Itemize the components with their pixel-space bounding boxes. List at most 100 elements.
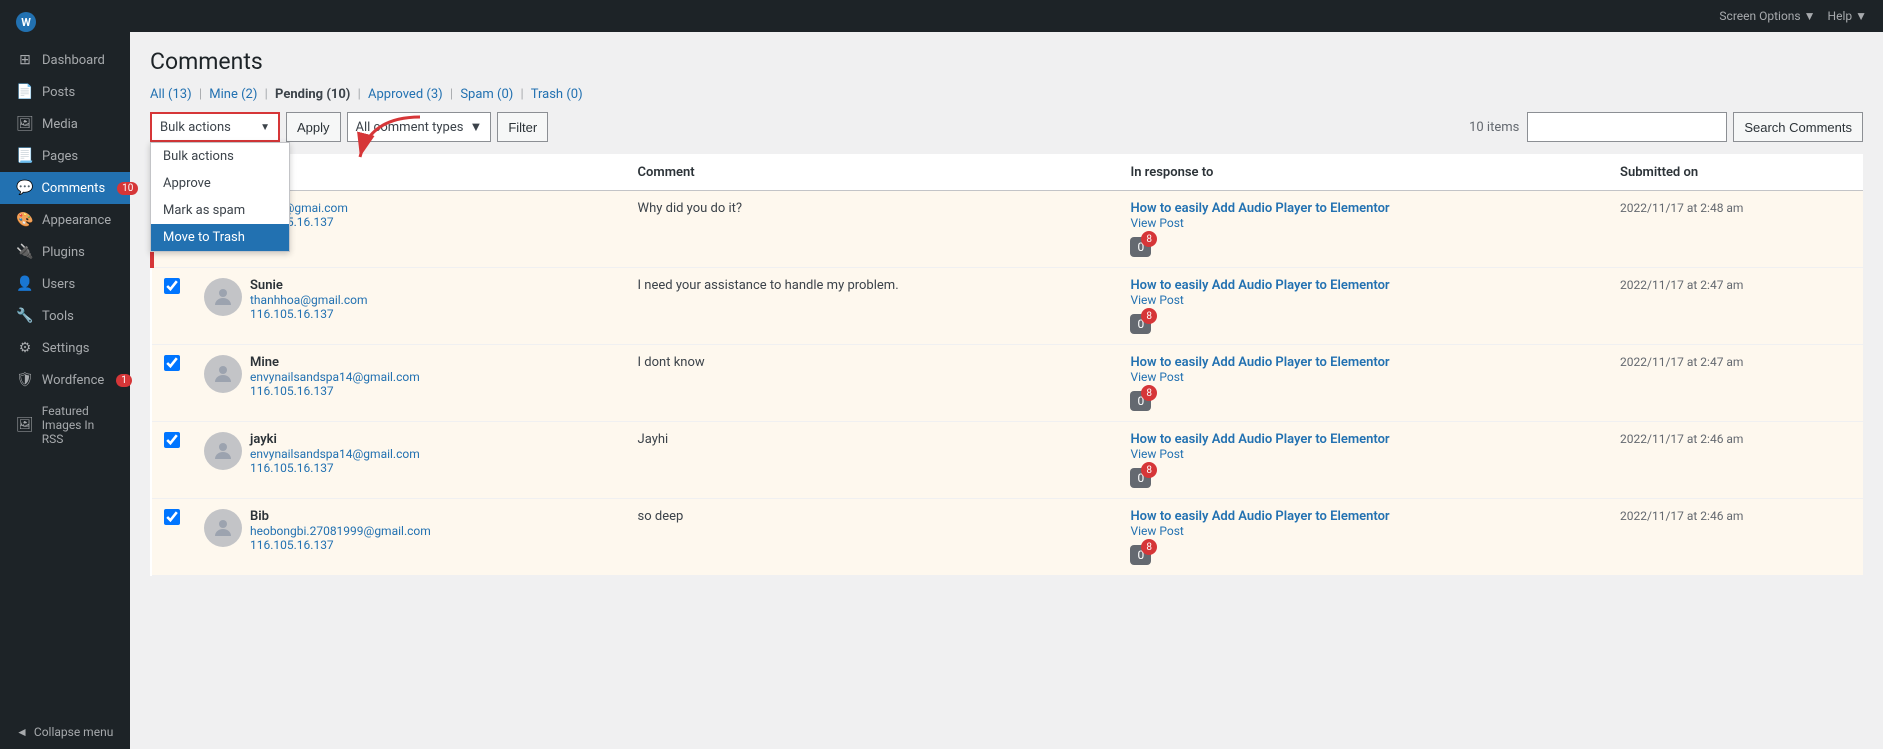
author-ip[interactable]: 116.105.16.137	[250, 384, 420, 398]
submitted-date: 2022/11/17 at 2:46 am	[1620, 509, 1743, 523]
sep1: |	[199, 87, 202, 102]
bulk-actions-dropdown[interactable]: Bulk actions ▼	[150, 112, 280, 142]
submitted-date: 2022/11/17 at 2:47 am	[1620, 278, 1743, 292]
sidebar-item-posts[interactable]: 📄 Posts	[0, 76, 130, 108]
bulk-dropdown-item-header[interactable]: Bulk actions	[151, 143, 289, 170]
sidebar-item-label: Wordfence	[42, 373, 105, 388]
dashboard-icon: ⊞	[16, 52, 34, 68]
bulk-dropdown-item-approve[interactable]: Approve	[151, 170, 289, 197]
row-checkbox-cell	[152, 499, 192, 576]
sidebar-item-wordfence[interactable]: 🛡 Wordfence 1	[0, 364, 130, 396]
author-ip[interactable]: 116.105.16.137	[250, 461, 420, 475]
comment-count-badge: 8	[1141, 462, 1157, 478]
author-email[interactable]: envynailsandspa14@gmail.com	[250, 447, 420, 461]
filter-mine[interactable]: Mine (2)	[209, 87, 257, 102]
row-checkbox[interactable]	[164, 278, 180, 294]
sidebar-item-dashboard[interactable]: ⊞ Dashboard	[0, 44, 130, 76]
posts-icon: 📄	[16, 84, 34, 100]
submitted-date: 2022/11/17 at 2:47 am	[1620, 355, 1743, 369]
comment-types-label: All comment types	[356, 120, 464, 135]
author-ip[interactable]: 116.105.16.137	[250, 538, 431, 552]
page-title: Comments	[150, 48, 1863, 75]
filter-button[interactable]: Filter	[497, 112, 548, 142]
bulk-dropdown-item-trash[interactable]: Move to Trash	[151, 224, 289, 251]
author-name: jayki	[250, 432, 420, 447]
tools-icon: 🔧	[16, 308, 34, 324]
author-cell: jayki envynailsandspa14@gmail.com 116.10…	[192, 422, 626, 499]
comment-bubble: 0 8	[1130, 545, 1151, 565]
row-checkbox[interactable]	[164, 509, 180, 525]
author-name: Bib	[250, 509, 431, 524]
collapse-arrow-icon: ◄	[16, 725, 28, 739]
author-email[interactable]: heobongbi.27081999@gmail.com	[250, 524, 431, 538]
collapse-menu-button[interactable]: ◄ Collapse menu	[0, 715, 130, 749]
comments-badge: 10	[117, 182, 138, 195]
sidebar-item-users[interactable]: 👤 Users	[0, 268, 130, 300]
post-link[interactable]: How to easily Add Audio Player to Elemen…	[1130, 432, 1389, 447]
filter-spam[interactable]: Spam (0)	[460, 87, 513, 102]
view-post-link[interactable]: View Post	[1130, 216, 1183, 230]
author-ip[interactable]: 116.105.16.137	[250, 307, 368, 321]
table-row: jayki envynailsandspa14@gmail.com 116.10…	[152, 422, 1863, 499]
table-row: n1999@gmai.com 116.105.16.137 Why did yo…	[152, 191, 1863, 268]
collapse-menu-label: Collapse menu	[34, 725, 113, 739]
comments-icon: 💬	[16, 180, 33, 196]
comment-bubble-wrapper: 0 8	[1130, 545, 1151, 565]
apply-button[interactable]: Apply	[286, 112, 341, 142]
sidebar-item-media[interactable]: 🖼 Media	[0, 108, 130, 140]
comment-types-dropdown[interactable]: All comment types ▼	[347, 112, 492, 142]
author-email[interactable]: thanhhoa@gmail.com	[250, 293, 368, 307]
comment-count-badge: 8	[1141, 539, 1157, 555]
author-cell: Sunie thanhhoa@gmail.com 116.105.16.137	[192, 268, 626, 345]
author-name: Sunie	[250, 278, 368, 293]
avatar	[204, 355, 242, 393]
screen-options-button[interactable]: Screen Options ▼	[1719, 9, 1815, 23]
filter-pending[interactable]: Pending (10)	[275, 87, 350, 102]
filter-approved[interactable]: Approved (3)	[368, 87, 443, 102]
sidebar-item-label: Comments	[41, 181, 105, 196]
sidebar-item-label: Tools	[42, 309, 74, 324]
wordfence-badge: 1	[116, 374, 132, 387]
view-post-link[interactable]: View Post	[1130, 447, 1183, 461]
filter-all[interactable]: All (13)	[150, 87, 192, 102]
sidebar-item-label: Settings	[42, 341, 89, 356]
search-comments-button[interactable]: Search Comments	[1733, 112, 1863, 142]
comment-bubble-wrapper: 0 8	[1130, 237, 1151, 257]
avatar	[204, 509, 242, 547]
submitted-date: 2022/11/17 at 2:46 am	[1620, 432, 1743, 446]
comment-bubble: 0 8	[1130, 314, 1151, 334]
sidebar-item-comments[interactable]: 💬 Comments 10	[0, 172, 130, 204]
search-comments-input[interactable]	[1527, 112, 1727, 142]
sidebar-item-plugins[interactable]: 🔌 Plugins	[0, 236, 130, 268]
sidebar-item-tools[interactable]: 🔧 Tools	[0, 300, 130, 332]
post-link[interactable]: How to easily Add Audio Player to Elemen…	[1130, 355, 1389, 370]
view-post-link[interactable]: View Post	[1130, 293, 1183, 307]
view-post-link[interactable]: View Post	[1130, 370, 1183, 384]
post-link[interactable]: How to easily Add Audio Player to Elemen…	[1130, 201, 1389, 216]
pages-icon: 📃	[16, 148, 34, 164]
sidebar-item-label: Media	[42, 117, 78, 132]
view-post-link[interactable]: View Post	[1130, 524, 1183, 538]
post-link[interactable]: How to easily Add Audio Player to Elemen…	[1130, 278, 1389, 293]
in-response-to-cell: How to easily Add Audio Player to Elemen…	[1118, 191, 1608, 268]
bulk-dropdown-item-spam[interactable]: Mark as spam	[151, 197, 289, 224]
sidebar-item-settings[interactable]: ⚙ Settings	[0, 332, 130, 364]
sidebar-item-label: Users	[42, 277, 75, 292]
comment-bubble: 0 8	[1130, 391, 1151, 411]
author-email[interactable]: envynailsandspa14@gmail.com	[250, 370, 420, 384]
sidebar-item-pages[interactable]: 📃 Pages	[0, 140, 130, 172]
site-logo[interactable]: W	[0, 0, 130, 44]
row-checkbox[interactable]	[164, 355, 180, 371]
row-checkbox[interactable]	[164, 432, 180, 448]
comment-count-badge: 8	[1141, 231, 1157, 247]
help-button[interactable]: Help ▼	[1828, 9, 1867, 23]
author-info: Mine envynailsandspa14@gmail.com 116.105…	[250, 355, 420, 398]
filter-trash[interactable]: Trash (0)	[531, 87, 583, 102]
comment-count-badge: 8	[1141, 308, 1157, 324]
sidebar-item-appearance[interactable]: 🎨 Appearance	[0, 204, 130, 236]
comment-bubble-wrapper: 0 8	[1130, 391, 1151, 411]
help-label: Help	[1828, 9, 1853, 23]
post-link[interactable]: How to easily Add Audio Player to Elemen…	[1130, 509, 1389, 524]
comment-text: I need your assistance to handle my prob…	[638, 278, 1107, 293]
sidebar-item-featured-images[interactable]: 🖼 Featured Images In RSS	[0, 396, 130, 454]
